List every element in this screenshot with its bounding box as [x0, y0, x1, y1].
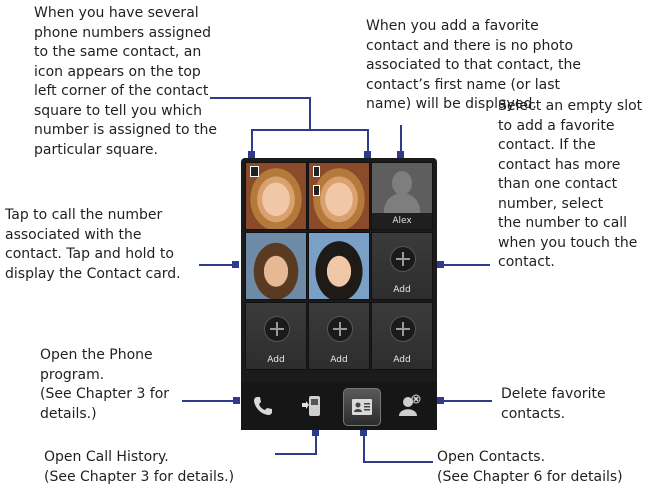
add-label: Add: [393, 355, 411, 365]
plus-icon: [264, 316, 290, 342]
callout-contacts: Open Contacts. (See Chapter 6 for detail…: [437, 449, 623, 485]
add-label: Add: [393, 285, 411, 295]
favorite-slot-8[interactable]: Add: [308, 302, 370, 370]
callout-number-icon: When you have several phone numbers assi…: [34, 5, 217, 158]
add-label: Add: [330, 355, 348, 365]
favorite-slot-9[interactable]: Add: [371, 302, 433, 370]
favorite-contacts-screen: Alex Add Add Add Add: [241, 158, 437, 430]
favorite-slot-1[interactable]: [245, 162, 307, 230]
call-history-button[interactable]: [294, 388, 330, 424]
leader-call-history-h: [275, 453, 317, 455]
leader-tap-call: [199, 264, 235, 266]
bottom-toolbar: [241, 382, 437, 430]
marker-no-photo: [397, 151, 404, 158]
favorite-slot-7[interactable]: Add: [245, 302, 307, 370]
number-indicator-icon: [250, 166, 259, 177]
contact-silhouette-icon: [372, 163, 432, 215]
plus-icon: [327, 316, 353, 342]
delete-contact-icon: [399, 394, 421, 416]
marker-number-icon-right: [364, 151, 371, 158]
phone-button[interactable]: [245, 388, 281, 424]
favorite-slot-6[interactable]: Add: [371, 232, 433, 300]
leader-contacts-h: [363, 461, 433, 463]
favorite-slot-5[interactable]: [308, 232, 370, 300]
phone-icon: [254, 397, 272, 415]
number-indicator-icon: [313, 166, 326, 196]
leader-number-icon-right: [367, 129, 369, 151]
callout-call-history: Open Call History. (See Chapter 3 for de…: [44, 449, 235, 485]
contacts-button[interactable]: [343, 388, 381, 426]
leader-number-icon-v: [309, 97, 311, 130]
marker-call-history: [312, 429, 319, 436]
leader-no-photo: [400, 125, 402, 153]
leader-phone-program: [182, 400, 234, 402]
marker-contacts: [360, 429, 367, 436]
callout-tap-call: Tap to call the number associated with t…: [5, 207, 181, 282]
plus-icon: [390, 246, 416, 272]
callout-delete-favorite: Delete favorite contacts.: [501, 386, 606, 422]
leader-delete-favorite: [440, 400, 492, 402]
leader-empty-slot: [440, 264, 490, 266]
marker-tap-call: [232, 261, 239, 268]
leader-number-icon-h-top: [210, 97, 310, 99]
favorite-slot-3[interactable]: Alex: [371, 162, 433, 230]
favorite-slot-2[interactable]: [308, 162, 370, 230]
marker-delete-favorite: [437, 397, 444, 404]
contacts-card-icon: [352, 399, 372, 415]
leader-number-icon-h: [251, 129, 369, 131]
favorite-slot-4[interactable]: [245, 232, 307, 300]
plus-icon: [390, 316, 416, 342]
add-label: Add: [267, 355, 285, 365]
marker-phone-program: [233, 397, 240, 404]
marker-empty-slot: [437, 261, 444, 268]
leader-number-icon-left: [251, 129, 253, 151]
callout-phone-program: Open the Phone program. (See Chapter 3 f…: [40, 347, 170, 422]
contact-name-label: Alex: [372, 213, 432, 229]
leader-contacts-v: [363, 432, 365, 462]
callout-empty-slot: Select an empty slot to add a favorite c…: [498, 98, 643, 270]
call-history-icon: [302, 396, 320, 416]
delete-favorite-button[interactable]: [392, 388, 428, 424]
marker-number-icon-left: [248, 151, 255, 158]
